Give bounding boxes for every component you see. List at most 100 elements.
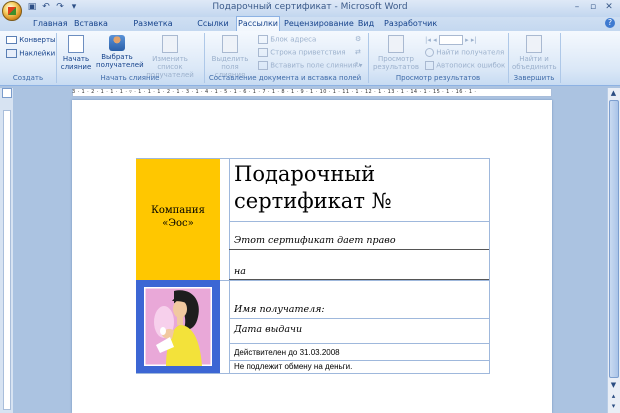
check-errors-icon bbox=[425, 61, 434, 70]
issue-date-label[interactable]: Дата выдачи bbox=[234, 324, 302, 335]
select-recipients-button[interactable]: Выбрать получателей bbox=[96, 35, 144, 69]
office-button[interactable] bbox=[2, 1, 22, 21]
last-record-icon[interactable]: ▸| bbox=[471, 36, 477, 44]
match-fields-icon[interactable]: ⇄ bbox=[355, 48, 361, 56]
labels-label: Наклейки bbox=[19, 49, 56, 58]
table-border bbox=[229, 221, 489, 222]
address-block-label: Блок адреса bbox=[270, 35, 317, 44]
envelope-icon bbox=[6, 36, 17, 44]
scroll-down-icon[interactable]: ▼ bbox=[607, 380, 620, 390]
recipients-icon bbox=[109, 35, 125, 51]
ruler-numbers: 3 · 1 · 2 · 1 · 1 · 1 · ▿ · 1 · 1 · 1 · … bbox=[72, 89, 477, 95]
group-create-label: Создать bbox=[12, 74, 44, 82]
greeting-line-button[interactable]: Строка приветствия bbox=[258, 48, 346, 57]
preview-results-button[interactable]: Просмотр результатов bbox=[371, 35, 421, 71]
envelopes-button[interactable]: Конверты bbox=[6, 36, 56, 44]
auto-check-errors-button[interactable]: Автопоиск ошибок bbox=[425, 61, 505, 70]
labels-icon bbox=[6, 49, 17, 58]
certificate-title[interactable]: Подарочный сертификат № bbox=[234, 161, 490, 215]
document-icon bbox=[68, 35, 84, 53]
table-border bbox=[136, 373, 490, 374]
preview-label-2: результатов bbox=[372, 63, 420, 71]
table-border bbox=[229, 343, 489, 344]
recipient-label[interactable]: Имя получателя: bbox=[234, 304, 325, 315]
valid-until-text[interactable]: Действителен до 31.03.2008 bbox=[234, 348, 340, 357]
start-merge-label-2: слияние bbox=[60, 63, 92, 71]
edit-list-icon bbox=[162, 35, 178, 53]
finish-merge-button[interactable]: Найти и объединить bbox=[512, 35, 557, 71]
greeting-line-icon bbox=[258, 48, 268, 57]
group-finish-label: Завершить bbox=[513, 74, 555, 82]
table-border bbox=[229, 318, 489, 319]
tab-home[interactable]: Главная bbox=[33, 17, 68, 31]
woman-clipart-image[interactable] bbox=[142, 285, 214, 368]
finish-merge-icon bbox=[526, 35, 542, 53]
vertical-ruler bbox=[3, 110, 11, 410]
finish-label-1: Найти и bbox=[519, 55, 549, 63]
on-text[interactable]: на bbox=[234, 266, 246, 277]
tab-review[interactable]: Рецензирование bbox=[284, 17, 354, 31]
envelopes-label: Конверты bbox=[19, 36, 56, 44]
address-block-button[interactable]: Блок адреса bbox=[258, 35, 316, 44]
tab-developer[interactable]: Разработчик bbox=[384, 17, 437, 31]
window-title: Подарочный сертификат - Microsoft Word bbox=[212, 2, 408, 12]
preview-icon bbox=[388, 35, 404, 53]
insert-field-label: Вставить поле слияния bbox=[270, 61, 357, 70]
group-compose-label: Составление документа и вставка полей bbox=[208, 74, 362, 82]
no-exchange-text[interactable]: Не подлежит обмену на деньги. bbox=[234, 362, 352, 371]
tab-view[interactable]: Вид bbox=[354, 17, 378, 31]
underline bbox=[229, 249, 489, 250]
insert-merge-field-button[interactable]: Вставить поле слияния ▾ bbox=[258, 61, 362, 70]
record-navigator[interactable]: |◂ ◂ ▸ ▸| bbox=[425, 35, 477, 45]
scroll-up-icon[interactable]: ▲ bbox=[607, 88, 620, 98]
grants-text[interactable]: Этот сертификат дает право bbox=[234, 235, 396, 246]
separator bbox=[560, 33, 561, 83]
find-recipient-button[interactable]: Найти получателя bbox=[425, 48, 504, 57]
title-line-2: сертификат № bbox=[234, 189, 392, 213]
highlight-fields-button[interactable]: Выделить поля слияния bbox=[206, 35, 254, 79]
tab-references[interactable]: Ссылки bbox=[195, 17, 231, 31]
finish-label-2: объединить bbox=[512, 63, 557, 71]
select-recipients-label-1: Выбрать bbox=[101, 53, 133, 61]
tab-selector-button[interactable] bbox=[2, 88, 12, 98]
select-recipients-label-2: получателей bbox=[96, 61, 144, 69]
find-icon bbox=[425, 48, 434, 57]
title-line-1: Подарочный bbox=[234, 162, 376, 186]
edit-list-label-1: Изменить список bbox=[152, 55, 188, 71]
insert-field-icon bbox=[258, 61, 268, 70]
company-line-1: Компания bbox=[151, 205, 205, 216]
labels-button[interactable]: Наклейки bbox=[6, 49, 55, 58]
update-labels-icon[interactable]: ↻ bbox=[355, 61, 361, 69]
next-page-icon[interactable]: ▾ bbox=[607, 401, 620, 411]
find-recipient-label: Найти получателя bbox=[436, 48, 505, 57]
next-record-icon[interactable]: ▸ bbox=[465, 36, 469, 44]
minimize-icon[interactable]: – bbox=[569, 1, 585, 13]
greeting-line-label: Строка приветствия bbox=[270, 48, 346, 57]
address-block-icon bbox=[258, 35, 268, 44]
preview-label-1: Просмотр bbox=[378, 55, 414, 63]
record-number-input[interactable] bbox=[438, 35, 463, 45]
scrollbar-thumb[interactable] bbox=[609, 100, 619, 378]
help-icon[interactable]: ? bbox=[605, 18, 615, 28]
maximize-icon[interactable]: ▫ bbox=[585, 1, 601, 13]
first-record-icon[interactable]: |◂ bbox=[425, 36, 431, 44]
auto-check-label: Автопоиск ошибок bbox=[436, 61, 506, 70]
table-border bbox=[229, 158, 230, 374]
highlight-icon bbox=[222, 35, 238, 53]
close-icon[interactable]: ✕ bbox=[601, 1, 617, 13]
company-name[interactable]: Компания «Эос» bbox=[136, 204, 220, 230]
highlight-label-1: Выделить bbox=[211, 55, 249, 63]
tab-insert[interactable]: Вставка bbox=[73, 17, 109, 31]
start-merge-label-1: Начать bbox=[62, 55, 90, 63]
tab-page-layout[interactable]: Разметка страницы bbox=[115, 17, 191, 42]
group-preview-label: Просмотр результатов bbox=[395, 74, 481, 82]
woman-illustration-icon bbox=[142, 285, 214, 368]
edit-recipient-list-button[interactable]: Изменить список получателей bbox=[140, 35, 200, 79]
start-merge-button[interactable]: Начать слияние bbox=[58, 35, 94, 71]
tab-mailings[interactable]: Рассылки bbox=[236, 16, 280, 32]
office-logo-icon bbox=[8, 7, 16, 15]
prev-page-icon[interactable]: ▴ bbox=[607, 391, 620, 401]
prev-record-icon[interactable]: ◂ bbox=[433, 36, 437, 44]
group-start-merge-label: Начать слияние bbox=[100, 74, 160, 82]
rules-icon[interactable]: ⚙ bbox=[355, 35, 361, 43]
